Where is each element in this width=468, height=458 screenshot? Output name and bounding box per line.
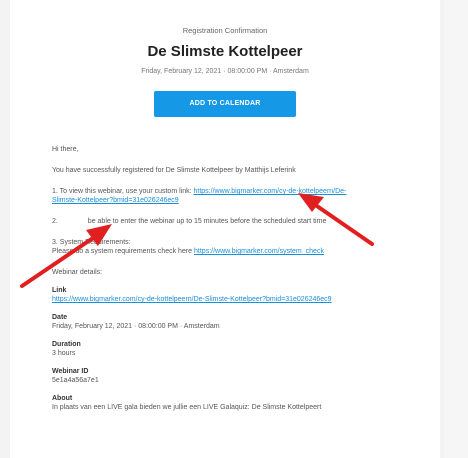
annotation-arrow-right	[298, 193, 374, 246]
